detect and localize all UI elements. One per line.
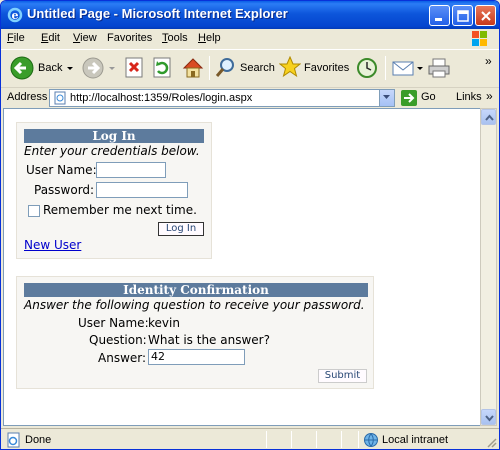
close-button[interactable]: [475, 5, 496, 26]
search-label: Search: [240, 62, 275, 74]
toolbar-separator: [385, 56, 386, 80]
back-button[interactable]: Back: [7, 54, 77, 82]
remember-me-checkbox[interactable]: [28, 205, 40, 217]
status-divider: [358, 431, 359, 448]
search-icon: [215, 58, 234, 77]
scroll-down-button[interactable]: [481, 409, 496, 425]
windows-logo-icon: [472, 31, 487, 46]
vertical-scrollbar[interactable]: [480, 108, 497, 426]
mail-dropdown-icon[interactable]: [417, 67, 423, 71]
browser-window: e Untitled Page - Microsoft Internet Exp…: [0, 0, 500, 450]
identity-header: Identity Confirmation: [24, 283, 368, 297]
close-icon: [481, 11, 491, 21]
status-text: Done: [25, 434, 52, 446]
address-input[interactable]: http://localhost:1359/Roles/login.aspx: [49, 89, 395, 107]
refresh-icon: [153, 57, 171, 78]
status-divider: [266, 431, 267, 448]
stop-button[interactable]: [123, 54, 147, 82]
login-instructions: Enter your credentials below.: [24, 144, 200, 158]
status-zone: Local intranet: [382, 434, 449, 446]
address-url: http://localhost:1359/Roles/login.aspx: [70, 92, 253, 104]
status-divider: [291, 431, 292, 448]
forward-dropdown-icon[interactable]: [109, 67, 115, 71]
identity-username-value: kevin: [148, 316, 180, 330]
svg-text:e: e: [12, 9, 19, 22]
favorites-button[interactable]: Favorites: [279, 54, 349, 82]
favorites-label: Favorites: [304, 62, 350, 74]
remember-me-label: Remember me next time.: [43, 203, 197, 217]
intranet-globe-icon: [364, 433, 378, 447]
identity-panel: Identity Confirmation Answer the followi…: [16, 276, 374, 389]
chevron-down-icon: [485, 415, 494, 422]
mail-button[interactable]: [391, 54, 425, 82]
resize-grip-icon[interactable]: [485, 436, 497, 448]
identity-instructions: Answer the following question to receive…: [24, 298, 365, 312]
go-arrow-icon[interactable]: [401, 90, 417, 106]
status-divider: [341, 431, 342, 448]
page-done-icon: [7, 432, 20, 448]
window-title: Untitled Page - Microsoft Internet Explo…: [27, 6, 288, 21]
menu-file[interactable]: File: [7, 32, 25, 44]
printer-icon: [428, 58, 450, 78]
status-bar: Done Local intranet: [1, 428, 499, 449]
chevron-up-icon: [485, 114, 494, 121]
links-overflow-icon[interactable]: »: [486, 89, 493, 103]
question-label: Question:: [89, 333, 147, 347]
back-dropdown-icon[interactable]: [67, 67, 73, 71]
new-user-link[interactable]: New User: [24, 238, 81, 252]
status-divider: [316, 431, 317, 448]
maximize-icon: [457, 10, 469, 22]
answer-label: Answer:: [98, 351, 147, 365]
history-button[interactable]: [355, 54, 381, 82]
print-button[interactable]: [427, 54, 453, 82]
login-panel: Log In Enter your credentials below. Use…: [16, 122, 212, 259]
minimize-icon: [435, 18, 442, 21]
menu-view[interactable]: View: [73, 32, 97, 44]
page-content: Log In Enter your credentials below. Use…: [3, 108, 483, 426]
menu-edit[interactable]: Edit: [41, 32, 60, 44]
menu-help[interactable]: Help: [198, 32, 221, 44]
menu-tools[interactable]: Tools: [162, 32, 188, 44]
forward-button[interactable]: [81, 54, 117, 82]
answer-input[interactable]: 42: [148, 349, 245, 365]
submit-button[interactable]: Submit: [318, 369, 367, 383]
menu-bar: File Edit View Favorites Tools Help: [1, 29, 499, 49]
username-input[interactable]: [96, 162, 166, 178]
password-label: Password:: [34, 183, 95, 197]
password-input[interactable]: [96, 182, 188, 198]
links-button[interactable]: Links: [456, 91, 482, 103]
identity-username-label: User Name:: [78, 316, 149, 330]
chevron-down-icon: [383, 95, 390, 99]
address-dropdown-button[interactable]: [379, 90, 394, 106]
minimize-button[interactable]: [429, 5, 450, 26]
home-button[interactable]: [181, 54, 207, 82]
ie-icon: e: [7, 7, 23, 23]
maximize-button[interactable]: [452, 5, 473, 26]
menu-favorites[interactable]: Favorites: [107, 32, 152, 44]
home-icon: [182, 58, 204, 78]
login-button[interactable]: Log In: [158, 222, 204, 236]
question-value: What is the answer?: [148, 333, 270, 347]
address-bar: Address http://localhost:1359/Roles/logi…: [1, 87, 499, 107]
back-arrow-icon: [10, 56, 34, 80]
stop-icon: [125, 57, 143, 78]
username-label: User Name:: [26, 163, 97, 177]
toolbar-separator: [209, 56, 210, 80]
scroll-up-button[interactable]: [481, 109, 496, 125]
page-icon: [54, 91, 66, 105]
refresh-button[interactable]: [151, 54, 175, 82]
mail-icon: [392, 61, 414, 76]
history-icon: [357, 58, 377, 78]
search-button[interactable]: Search: [215, 54, 275, 82]
login-header: Log In: [24, 129, 204, 143]
toolbar-overflow-icon[interactable]: »: [485, 54, 492, 68]
title-bar[interactable]: e Untitled Page - Microsoft Internet Exp…: [1, 1, 499, 29]
back-label: Back: [38, 62, 63, 74]
star-icon: [279, 56, 301, 78]
forward-arrow-icon: [82, 57, 104, 79]
address-label: Address: [7, 91, 48, 103]
go-button[interactable]: Go: [421, 91, 436, 103]
toolbar: Back Search Favorites »: [1, 49, 499, 87]
